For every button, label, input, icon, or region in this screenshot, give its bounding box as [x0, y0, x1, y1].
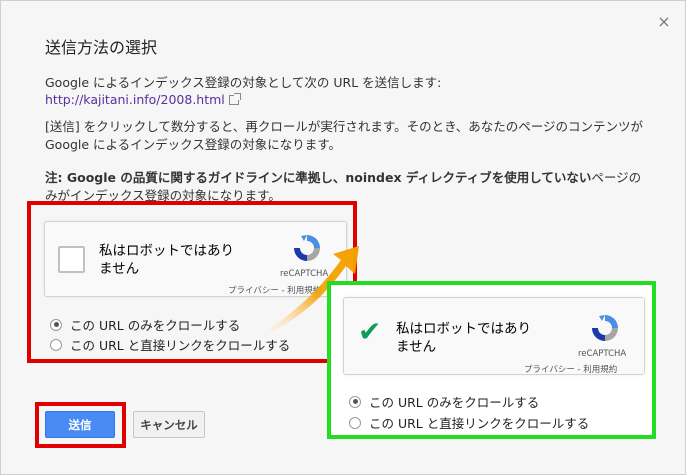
- option-url-only[interactable]: この URL のみをクロールする: [50, 315, 240, 334]
- submit-method-dialog: × 送信方法の選択 Google によるインデックス登録の対象として次の URL…: [0, 0, 686, 475]
- checkmark-icon[interactable]: ✔: [358, 315, 381, 349]
- close-icon[interactable]: ×: [657, 14, 671, 30]
- radio-selected[interactable]: [349, 395, 361, 408]
- radio-selected[interactable]: [50, 318, 62, 331]
- recaptcha-widget-checked: ✔ 私はロボットではあり ません reCAPTCHA プライバシー - 利用規約: [343, 297, 645, 375]
- recaptcha-brand: reCAPTCHA: [578, 349, 627, 359]
- send-button[interactable]: 送信: [45, 411, 115, 438]
- note-text: 注: Google の品質に関するガイドラインに準拠し、noindex ディレク…: [45, 170, 642, 203]
- option-url-and-links[interactable]: この URL と直接リンクをクロールする: [349, 413, 589, 432]
- submitted-url-link[interactable]: http://kajitani.info/2008.html: [45, 92, 241, 107]
- recaptcha-logo-icon: [592, 315, 618, 341]
- radio-unselected[interactable]: [349, 416, 361, 429]
- external-link-icon: [228, 93, 241, 105]
- intro-text: Google によるインデックス登録の対象として次の URL を送信します:: [45, 75, 442, 90]
- recaptcha-links[interactable]: プライバシー - 利用規約: [524, 363, 617, 375]
- radio-unselected[interactable]: [50, 338, 62, 351]
- recaptcha-checkbox[interactable]: [58, 246, 85, 273]
- recaptcha-label: 私はロボットではあり ません: [396, 321, 531, 355]
- cancel-button[interactable]: キャンセル: [133, 411, 205, 438]
- recaptcha-label: 私はロボットではあり ません: [99, 243, 234, 277]
- dialog-title: 送信方法の選択: [45, 38, 158, 57]
- option-url-only[interactable]: この URL のみをクロールする: [349, 392, 539, 411]
- description-text: [送信] をクリックして数分すると、再クロールが実行されます。そのとき、あなたの…: [45, 119, 643, 152]
